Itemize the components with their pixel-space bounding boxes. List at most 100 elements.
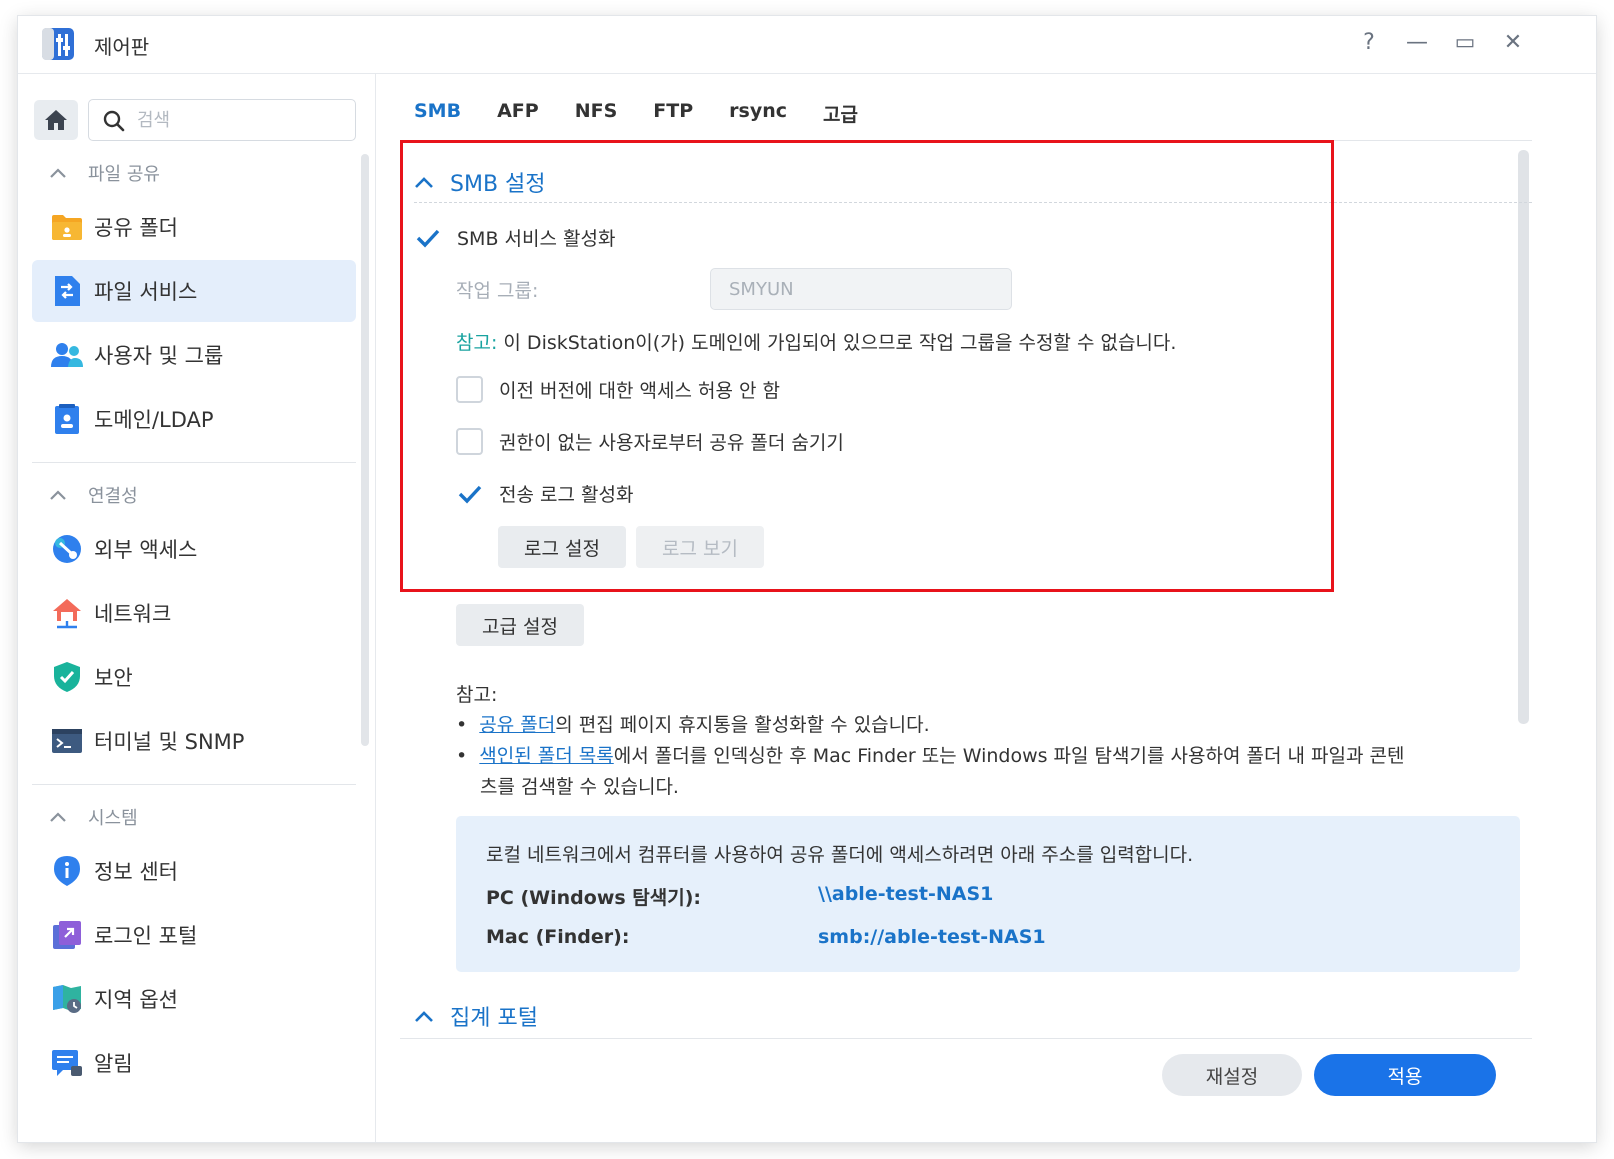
shared-folder-icon xyxy=(50,210,84,244)
workgroup-label: 작업 그룹: xyxy=(456,280,539,302)
tab-nfs[interactable]: NFS xyxy=(575,100,618,141)
smb-section-header[interactable]: SMB 설정 xyxy=(414,166,546,198)
sidebar-item-shared-folder[interactable]: 공유 폴더 xyxy=(32,196,356,258)
hide-folders-row: 권한이 없는 사용자로부터 공유 폴더 숨기기 xyxy=(456,428,844,455)
prev-versions-row: 이전 버전에 대한 액세스 허용 안 함 xyxy=(456,376,780,403)
chevron-up-icon xyxy=(50,168,66,178)
notes-label: 참고: xyxy=(456,684,498,706)
smb-enable-row: SMB 서비스 활성화 xyxy=(414,224,615,251)
reset-button[interactable]: 재설정 xyxy=(1162,1054,1302,1096)
highlight-box xyxy=(400,140,1334,592)
sidebar-item-regional-options[interactable]: 지역 옵션 xyxy=(32,968,356,1030)
file-services-icon xyxy=(50,274,84,308)
note-label: 참고: xyxy=(456,332,498,354)
sidebar-item-external-access[interactable]: 외부 액세스 xyxy=(32,518,356,580)
close-button[interactable]: ✕ xyxy=(1496,28,1530,58)
minimize-button[interactable]: — xyxy=(1400,28,1434,58)
transfer-log-label: 전송 로그 활성화 xyxy=(499,484,634,506)
external-access-icon xyxy=(50,532,84,566)
shared-folder-link[interactable]: 공유 폴더 xyxy=(479,714,555,736)
sidebar-item-file-services[interactable]: 파일 서비스 xyxy=(32,260,356,322)
smb-section-title: SMB 설정 xyxy=(450,172,546,197)
bullet-dot: • xyxy=(456,714,480,736)
section-header-file-sharing[interactable]: 파일 공유 xyxy=(46,160,160,186)
prev-versions-checkbox[interactable] xyxy=(456,376,483,403)
network-icon xyxy=(50,596,84,630)
aggregation-section-title: 집계 포털 xyxy=(450,1006,538,1031)
sidebar-scrollbar[interactable] xyxy=(361,154,369,746)
chevron-up-icon xyxy=(50,490,66,500)
pc-label: PC (Windows 탐색기): xyxy=(486,887,702,909)
title-bar: 제어판 ? — ▭ ✕ xyxy=(18,16,1596,74)
transfer-log-row: 전송 로그 활성화 xyxy=(456,480,633,507)
section-label: 시스템 xyxy=(88,808,138,829)
sidebar-item-notification[interactable]: 알림 xyxy=(32,1032,356,1094)
section-header-system[interactable]: 시스템 xyxy=(46,804,138,830)
hide-folders-checkbox[interactable] xyxy=(456,428,483,455)
apply-button[interactable]: 적용 xyxy=(1314,1054,1496,1096)
note-bullet-continuation: 츠를 검색할 수 있습니다. xyxy=(480,776,679,798)
main-scrollbar[interactable] xyxy=(1518,150,1529,724)
search-field xyxy=(88,99,356,141)
indexed-folder-list-link[interactable]: 색인된 폴더 목록 xyxy=(479,745,613,767)
users-icon xyxy=(50,338,84,372)
tab-ftp[interactable]: FTP xyxy=(653,100,693,141)
sidebar-item-label: 외부 액세스 xyxy=(94,538,198,562)
sidebar-item-users-groups[interactable]: 사용자 및 그룹 xyxy=(32,324,356,386)
aggregation-section-header[interactable]: 집계 포털 xyxy=(414,1000,538,1032)
sidebar-item-terminal-snmp[interactable]: 터미널 및 SNMP xyxy=(32,710,356,772)
prev-versions-label: 이전 버전에 대한 액세스 허용 안 함 xyxy=(499,380,780,402)
smb-enable-checkbox[interactable] xyxy=(414,224,441,251)
workgroup-input[interactable]: SMYUN xyxy=(710,268,1012,310)
search-input[interactable] xyxy=(137,106,337,134)
section-header-connectivity[interactable]: 연결성 xyxy=(46,482,138,508)
access-intro: 로컬 네트워크에서 컴퓨터를 사용하여 공유 폴더에 액세스하려면 아래 주소를… xyxy=(486,844,1194,866)
help-button[interactable]: ? xyxy=(1352,28,1386,58)
section-divider xyxy=(414,202,1532,203)
tab-rsync[interactable]: rsync xyxy=(729,100,787,141)
tab-afp[interactable]: AFP xyxy=(497,100,539,141)
maximize-button[interactable]: ▭ xyxy=(1448,28,1482,58)
note-text: 이 DiskStation이(가) 도메인에 가입되어 있으므로 작업 그룹을 … xyxy=(497,332,1177,354)
log-settings-button[interactable]: 로그 설정 xyxy=(498,526,626,568)
search-icon xyxy=(103,110,125,132)
tab-bar: SMB AFP NFS FTP rsync 고급 xyxy=(414,100,894,141)
smb-enable-label: SMB 서비스 활성화 xyxy=(457,228,616,250)
main-panel: SMB AFP NFS FTP rsync 고급 SMB 설정 SMB 서비스 … xyxy=(376,74,1596,1142)
domain-icon xyxy=(50,402,84,436)
sidebar-item-login-portal[interactable]: 로그인 포털 xyxy=(32,904,356,966)
advanced-settings-button[interactable]: 고급 설정 xyxy=(456,604,584,646)
note-bullet-indexed-folders: • 색인된 폴더 목록에서 폴더를 인덱싱한 후 Mac Finder 또는 W… xyxy=(456,741,1404,772)
bullet-dot: • xyxy=(456,745,480,767)
tab-underline xyxy=(414,140,1532,141)
transfer-log-checkbox[interactable] xyxy=(456,480,483,507)
tab-advanced[interactable]: 고급 xyxy=(823,100,858,141)
sidebar-item-label: 보안 xyxy=(94,666,133,690)
section-label: 연결성 xyxy=(88,486,138,507)
tab-smb[interactable]: SMB xyxy=(414,100,461,141)
sidebar-item-label: 공유 폴더 xyxy=(94,216,178,240)
chevron-up-icon xyxy=(50,812,66,822)
info-icon xyxy=(50,854,84,888)
sidebar-item-info-center[interactable]: 정보 센터 xyxy=(32,840,356,902)
checkmark-icon xyxy=(458,485,481,503)
notification-icon xyxy=(50,1046,84,1080)
home-button[interactable] xyxy=(34,100,78,140)
sidebar-item-network[interactable]: 네트워크 xyxy=(32,582,356,644)
section-label: 파일 공유 xyxy=(88,164,160,185)
sidebar-divider xyxy=(32,784,356,785)
sidebar-item-label: 파일 서비스 xyxy=(94,280,198,304)
security-shield-icon xyxy=(50,660,84,694)
sidebar-item-security[interactable]: 보안 xyxy=(32,646,356,708)
note-bullet-recycle-bin: • 공유 폴더의 편집 페이지 휴지통을 활성화할 수 있습니다. xyxy=(456,710,930,741)
pc-address: \\able-test-NAS1 xyxy=(818,883,994,905)
access-info-box: 로컬 네트워크에서 컴퓨터를 사용하여 공유 폴더에 액세스하려면 아래 주소를… xyxy=(456,816,1520,972)
login-portal-icon xyxy=(50,918,84,952)
terminal-icon xyxy=(50,724,84,758)
sidebar-item-domain-ldap[interactable]: 도메인/LDAP xyxy=(32,388,356,450)
sidebar-item-label: 네트워크 xyxy=(94,602,172,626)
sidebar-item-label: 도메인/LDAP xyxy=(94,408,214,432)
mac-address: smb://able-test-NAS1 xyxy=(818,926,1046,948)
view-logs-button[interactable]: 로그 보기 xyxy=(636,526,764,568)
sidebar-item-label: 지역 옵션 xyxy=(94,988,178,1012)
